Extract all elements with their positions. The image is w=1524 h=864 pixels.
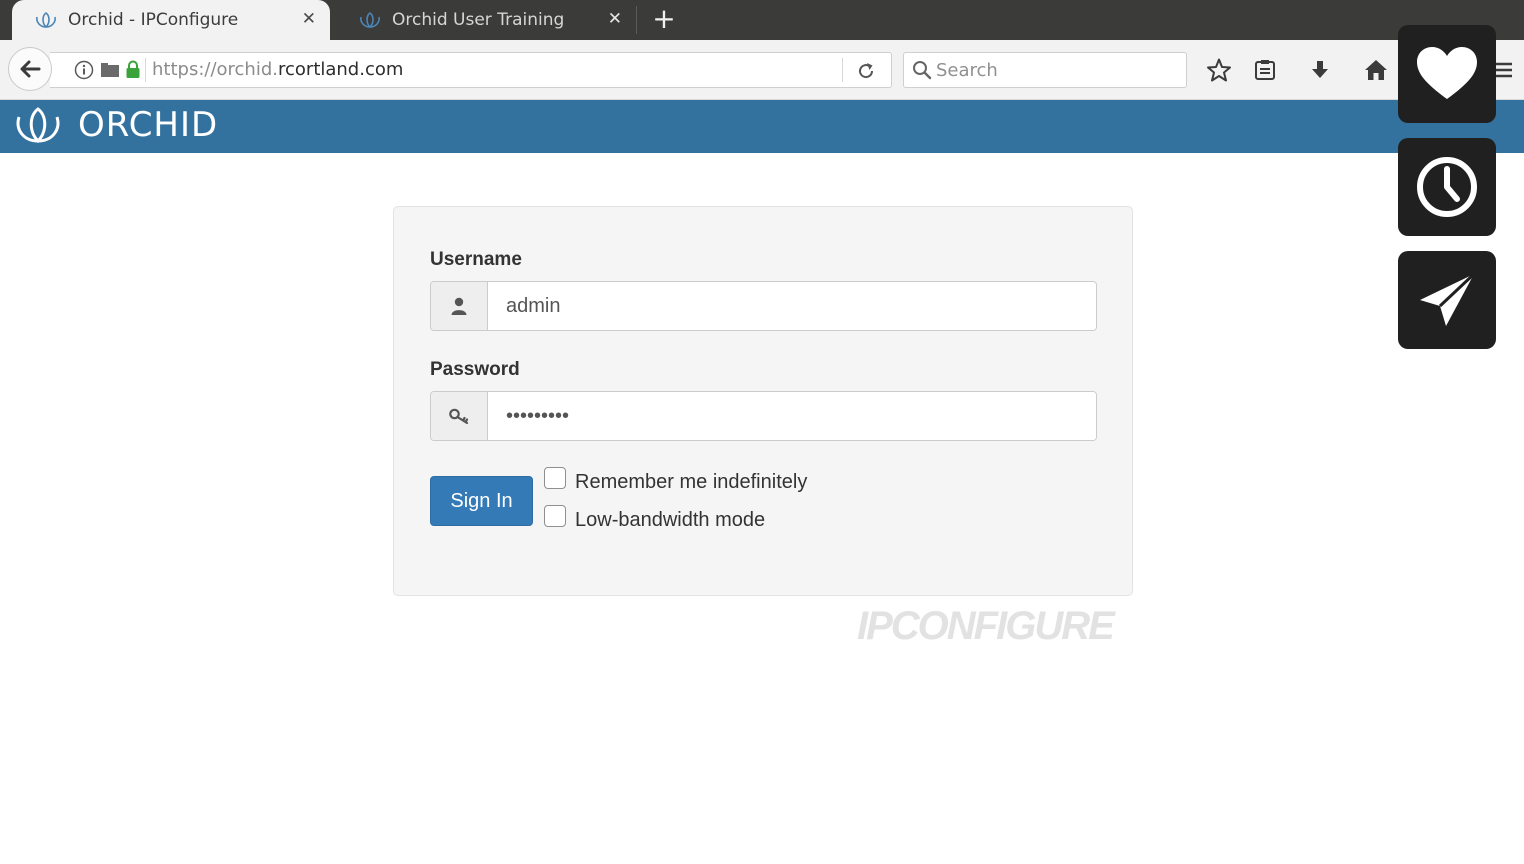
- folder-icon: [101, 63, 119, 77]
- url-bar[interactable]: https://orchid.rcortland.com: [50, 52, 892, 88]
- low-bandwidth-label: Low-bandwidth mode: [575, 509, 766, 531]
- password-label: Password: [430, 359, 520, 380]
- search-input[interactable]: [936, 57, 1180, 83]
- remember-me-checkbox[interactable]: [544, 466, 566, 489]
- search-icon: [913, 61, 932, 80]
- share-button[interactable]: [1398, 251, 1496, 349]
- bookmark-star-icon[interactable]: [1205, 56, 1233, 84]
- close-tab-icon[interactable]: ✕: [302, 9, 316, 29]
- url-text[interactable]: https://orchid.rcortland.com: [152, 59, 403, 80]
- clock-icon: [1417, 157, 1477, 217]
- close-tab-icon[interactable]: ✕: [608, 9, 622, 29]
- username-label: Username: [430, 249, 522, 270]
- key-icon: [431, 392, 488, 440]
- username-input-group: [430, 281, 1097, 331]
- reload-icon[interactable]: [854, 59, 878, 83]
- browser-search-box[interactable]: [903, 52, 1187, 88]
- download-icon[interactable]: [1306, 56, 1334, 84]
- tab-title: Orchid User Training: [392, 10, 565, 30]
- remember-me-label: Remember me indefinitely: [575, 471, 808, 493]
- logo-text: ORCHID: [78, 105, 219, 145]
- tab-orchid-user-training[interactable]: Orchid User Training ✕: [336, 0, 636, 40]
- home-icon[interactable]: [1362, 56, 1390, 84]
- orchid-logo-icon: [16, 107, 60, 144]
- info-icon[interactable]: [73, 59, 95, 81]
- low-bandwidth-checkbox[interactable]: [544, 504, 566, 527]
- orchid-favicon-icon: [34, 11, 58, 29]
- login-panel: Username Password Sign In Remember me in…: [393, 206, 1133, 596]
- lock-icon: [126, 60, 140, 78]
- app-header: ORCHID: [0, 100, 1524, 153]
- orchid-logo[interactable]: ORCHID: [10, 105, 218, 145]
- tab-orchid-ipconfigure[interactable]: Orchid - IPConfigure ✕: [12, 0, 330, 40]
- history-button[interactable]: [1398, 138, 1496, 236]
- new-tab-button[interactable]: +: [650, 4, 678, 34]
- tab-title: Orchid - IPConfigure: [68, 10, 239, 30]
- remember-me-option[interactable]: Remember me indefinitely: [544, 466, 808, 494]
- paper-plane-icon: [1420, 272, 1476, 326]
- browser-tab-strip: Orchid - IPConfigure ✕ Orchid User Train…: [0, 0, 1524, 40]
- browser-navbar: https://orchid.rcortland.com: [0, 40, 1524, 100]
- user-icon: [431, 282, 488, 330]
- reader-list-icon[interactable]: [1251, 56, 1279, 84]
- low-bandwidth-option[interactable]: Low-bandwidth mode: [544, 504, 766, 532]
- password-field[interactable]: [488, 392, 1096, 440]
- sign-in-button[interactable]: Sign In: [430, 476, 533, 526]
- ipconfigure-brand-logo: IPCONFIGURE: [857, 604, 1115, 648]
- heart-icon: [1417, 47, 1477, 99]
- orchid-favicon-icon: [358, 11, 382, 29]
- password-input-group: [430, 391, 1097, 441]
- tab-separator: [636, 6, 637, 34]
- back-arrow-icon: [20, 60, 41, 78]
- favorite-button[interactable]: [1398, 25, 1496, 123]
- username-field[interactable]: [488, 282, 1096, 330]
- back-button[interactable]: [8, 47, 52, 91]
